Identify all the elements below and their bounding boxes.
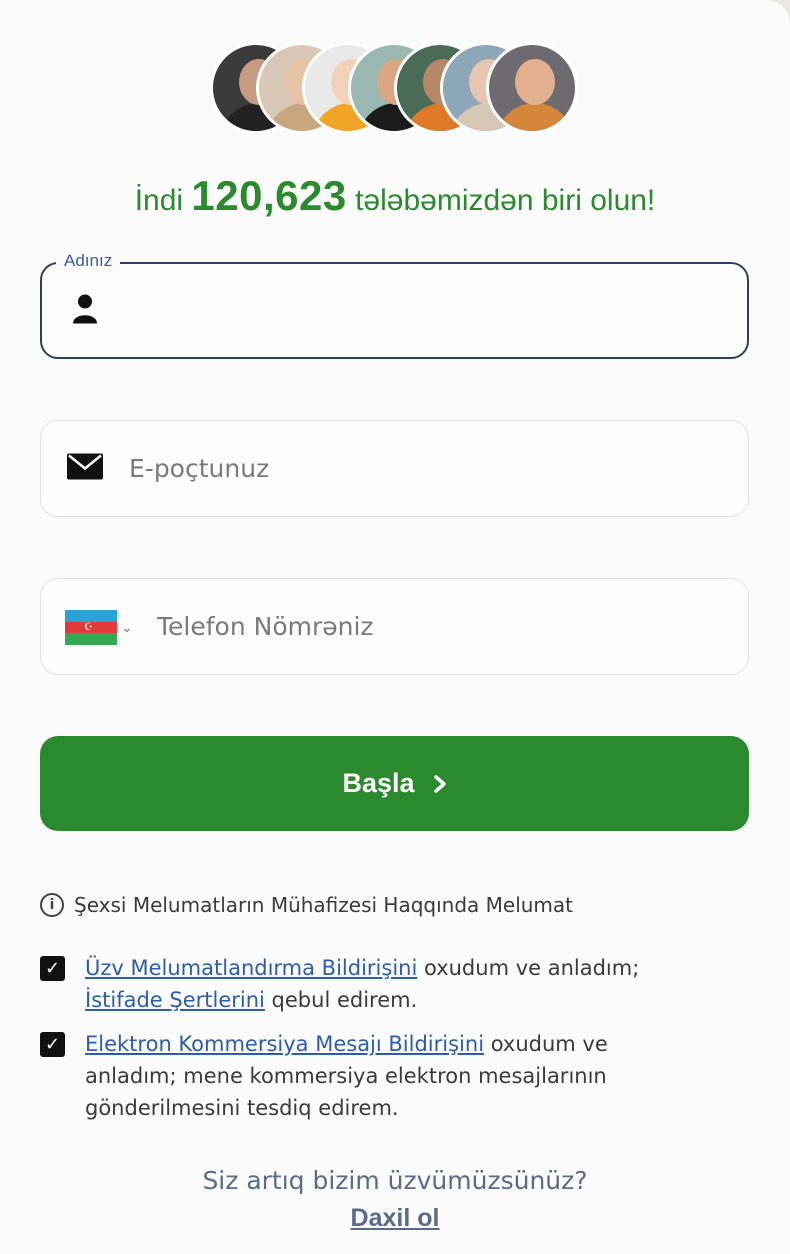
avatar-body [496,103,574,131]
email-input[interactable] [129,421,729,516]
consent-membership-checkbox[interactable]: ✓ [40,956,65,981]
avatar-stack [210,42,582,134]
user-icon [72,293,98,328]
terms-of-use-link[interactable]: İstifade Şertlerini [85,988,265,1012]
signup-headline: İndi 120,623 tələbəmizdən biri olun! [0,172,790,220]
consent-commercial-checkbox[interactable]: ✓ [40,1032,65,1057]
consent-commercial-text: Elektron Kommersiya Mesajı Bildirişini o… [85,1028,700,1124]
avatar-face [515,59,555,105]
name-input[interactable] [130,264,730,357]
consent-commercial-row: ✓ Elektron Kommersiya Mesajı Bildirişini… [40,1028,700,1124]
commercial-message-notice-link[interactable]: Elektron Kommersiya Mesajı Bildirişini [85,1032,484,1056]
privacy-info-row[interactable]: i Şexsi Melumatların Mühafizesi Haqqında… [40,893,573,917]
consent-membership-row: ✓ Üzv Melumatlandırma Bildirişini oxudum… [40,952,740,1016]
name-field-label: Adınız [56,251,121,271]
headline-prefix: İndi [134,184,184,217]
email-field[interactable] [40,420,749,517]
consent-membership-text-1: oxudum ve anladım; [417,956,640,980]
card-corner [766,0,790,24]
login-link[interactable]: Daxil ol [0,1204,790,1233]
consent-membership-text-2: qebul edirem. [264,988,418,1012]
phone-field[interactable]: ☪ ⌄ [40,578,757,675]
privacy-info-text[interactable]: Şexsi Melumatların Mühafizesi Haqqında M… [74,893,573,917]
chevron-right-icon [433,774,446,793]
info-icon: i [40,893,64,917]
avatar-7 [486,42,578,134]
start-button[interactable]: Başla [40,736,749,831]
azerbaijan-flag-icon[interactable]: ☪ [65,610,117,646]
phone-input[interactable] [157,579,757,674]
student-count: 120,623 [191,172,347,219]
membership-notice-link[interactable]: Üzv Melumatlandırma Bildirişini [85,956,417,980]
name-field[interactable]: Adınız [40,251,749,359]
consent-membership-text: Üzv Melumatlandırma Bildirişini oxudum v… [85,952,639,1016]
mail-icon [67,453,103,484]
headline-suffix: tələbəmizdən biri olun! [355,184,656,217]
already-member-text: Siz artıq bizim üzvümüzsünüz? [202,1166,588,1195]
start-button-label: Başla [342,768,415,798]
chevron-down-icon[interactable]: ⌄ [121,619,133,636]
